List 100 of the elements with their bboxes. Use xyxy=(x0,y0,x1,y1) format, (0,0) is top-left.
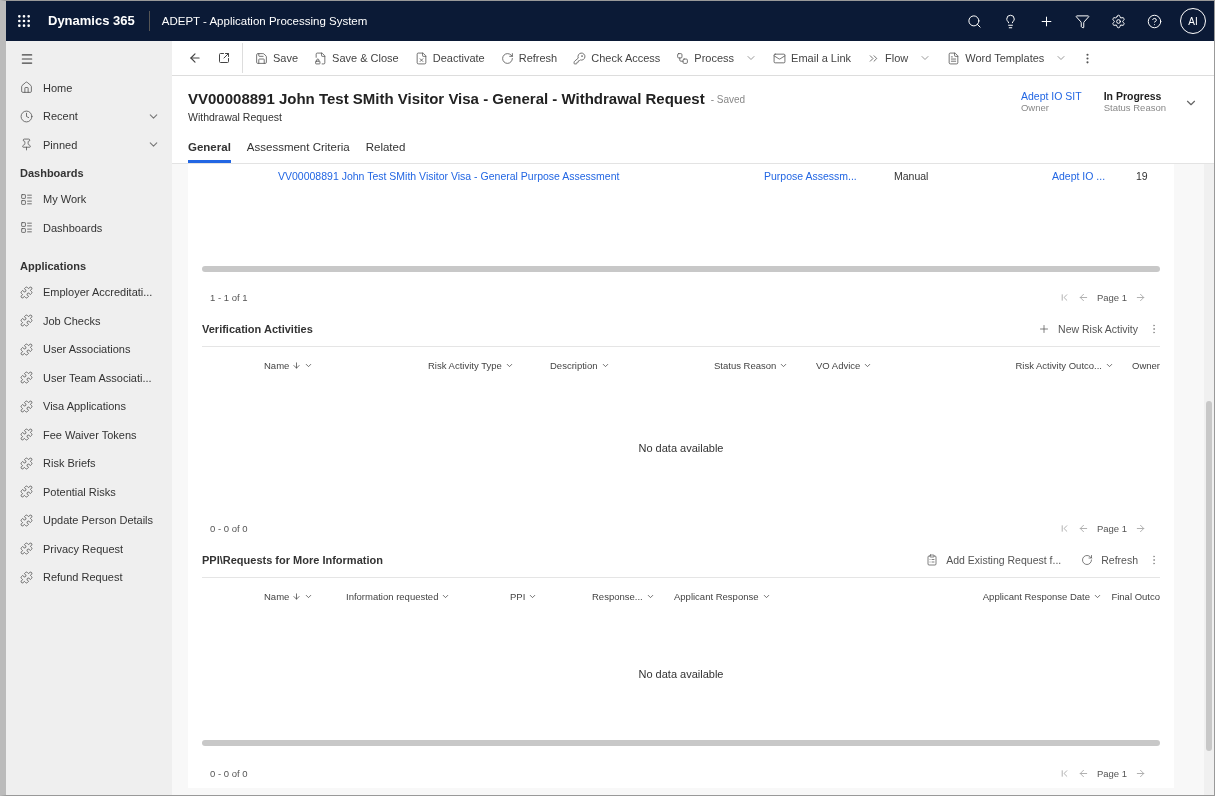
section-title: PPI\Requests for More Information xyxy=(202,554,384,566)
nav-item[interactable]: Privacy Request xyxy=(6,534,172,563)
page-label: Page 1 xyxy=(1096,767,1127,779)
command-button[interactable]: Refresh xyxy=(492,43,566,73)
nav-item[interactable]: Recent xyxy=(6,102,172,131)
next-page-icon[interactable] xyxy=(1135,522,1146,534)
section-action-button[interactable]: New Risk Activity xyxy=(1028,323,1148,335)
column-header[interactable]: Status Reason xyxy=(714,359,789,371)
previous-page-icon[interactable] xyxy=(1077,767,1089,779)
help-icon[interactable] xyxy=(1146,13,1162,29)
nav-item[interactable]: Home xyxy=(6,73,172,102)
column-header[interactable]: VO Advice xyxy=(816,359,873,371)
command-button[interactable]: Check Access xyxy=(565,43,669,73)
tab[interactable]: Assessment Criteria xyxy=(246,141,350,163)
nav-item[interactable]: Job Checks xyxy=(6,306,172,335)
filter-icon[interactable] xyxy=(1074,13,1090,29)
table-cell[interactable]: VV00008891 John Test SMith Visitor Visa - General Purpose Assessment xyxy=(278,170,764,182)
puzzle-icon xyxy=(20,399,33,413)
column-header[interactable]: Applicant Response xyxy=(674,590,771,602)
nav-item[interactable]: Visa Applications xyxy=(6,392,172,421)
mail-icon xyxy=(773,51,787,65)
puzzle-icon xyxy=(20,428,33,442)
table-cell[interactable]: Adept IO ... xyxy=(1052,170,1136,182)
list-icon xyxy=(20,221,33,235)
column-header[interactable]: Applicant Response Date xyxy=(982,590,1102,602)
column-header[interactable]: Name xyxy=(264,590,314,602)
command-button[interactable]: Save xyxy=(247,43,307,73)
next-page-icon[interactable] xyxy=(1135,291,1146,303)
nav-item[interactable]: User Team Associati... xyxy=(6,363,172,392)
command-button[interactable]: Deactivate xyxy=(406,43,493,73)
record-count: 0 - 0 of 0 xyxy=(209,522,249,534)
menu-icon[interactable] xyxy=(20,52,34,67)
nav-item[interactable]: Potential Risks xyxy=(6,477,172,506)
entity-name: Withdrawal Request xyxy=(188,111,283,123)
clock-icon xyxy=(20,109,33,123)
app-launcher-icon[interactable] xyxy=(16,13,32,29)
header-field-label: Owner xyxy=(1020,102,1050,113)
nav-item[interactable]: Risk Briefs xyxy=(6,449,172,478)
command-button[interactable]: Word Templates xyxy=(939,43,1076,73)
column-header[interactable]: Name xyxy=(264,359,314,371)
command-button[interactable]: Email a Link xyxy=(765,43,859,73)
nav-item[interactable]: My Work xyxy=(6,185,172,214)
nav-item[interactable]: Update Person Details xyxy=(6,506,172,535)
empty-message: No data available xyxy=(637,441,725,456)
plus-icon xyxy=(1038,323,1051,335)
page-label: Page 1 xyxy=(1096,522,1127,534)
nav-item[interactable]: Fee Waiver Tokens xyxy=(6,420,172,449)
command-button[interactable]: Save & Close xyxy=(306,43,407,73)
key-icon xyxy=(573,51,587,65)
record-title: VV00008891 John Test SMith Visitor Visa - General - Withdrawal Request xyxy=(188,90,705,107)
section-action-button[interactable]: Add Existing Request f... xyxy=(916,554,1072,566)
list-icon xyxy=(20,192,33,206)
table-cell[interactable]: Purpose Assessm... xyxy=(764,170,894,182)
document-icon xyxy=(947,51,961,65)
nav-item[interactable]: Pinned xyxy=(6,130,172,159)
save-close-icon xyxy=(314,51,328,65)
horizontal-scrollbar[interactable] xyxy=(202,740,1160,746)
sort-arrow-icon xyxy=(292,591,302,601)
refresh-icon xyxy=(500,51,514,65)
column-header[interactable]: Risk Activity Type xyxy=(428,359,514,371)
nav-item[interactable]: Refund Request xyxy=(6,563,172,592)
column-header[interactable]: Owner xyxy=(1132,359,1160,371)
header-field-label: Status Reason xyxy=(1103,102,1166,113)
save-status: - Saved xyxy=(710,94,746,107)
puzzle-icon xyxy=(20,513,33,527)
pin-icon xyxy=(20,138,33,152)
command-button[interactable]: Process xyxy=(668,43,766,73)
header-field-value[interactable]: Adept IO SIT xyxy=(1020,90,1082,102)
app-name[interactable]: ADEPT - Application Processing System xyxy=(149,15,956,27)
plus-icon[interactable] xyxy=(1038,13,1054,29)
nav-item[interactable]: User Associations xyxy=(6,335,172,364)
column-header[interactable]: Information requested xyxy=(346,590,451,602)
column-header[interactable]: Description xyxy=(550,359,610,371)
home-icon xyxy=(20,81,33,95)
settings-icon[interactable] xyxy=(1110,13,1126,29)
tab[interactable]: Related xyxy=(365,141,406,163)
previous-page-icon[interactable] xyxy=(1077,291,1089,303)
puzzle-icon xyxy=(20,570,33,584)
column-header[interactable]: Response... xyxy=(592,590,655,602)
section-action-button[interactable]: Refresh xyxy=(1071,554,1148,566)
header-field-value: In Progress xyxy=(1103,90,1163,102)
next-page-icon[interactable] xyxy=(1135,767,1146,779)
column-header[interactable]: PPI xyxy=(510,590,538,602)
record-count: 1 - 1 of 1 xyxy=(209,291,249,303)
brand-name[interactable]: Dynamics 365 xyxy=(32,11,150,31)
record-count: 0 - 0 of 0 xyxy=(209,767,249,779)
column-header[interactable]: Risk Activity Outco... xyxy=(1015,359,1114,371)
vertical-scrollbar[interactable] xyxy=(1204,164,1214,795)
popout-icon xyxy=(218,52,230,64)
command-button[interactable]: Flow xyxy=(859,43,940,73)
sort-arrow-icon xyxy=(292,360,302,370)
table-cell-text: Manual xyxy=(894,170,930,182)
horizontal-scrollbar[interactable] xyxy=(202,266,1160,272)
back-arrow-icon xyxy=(188,51,202,65)
page-label: Page 1 xyxy=(1096,291,1127,303)
nav-item[interactable]: Dashboards xyxy=(6,213,172,242)
column-header[interactable]: Final Outco xyxy=(1111,590,1160,602)
search-icon[interactable] xyxy=(966,13,982,29)
previous-page-icon[interactable] xyxy=(1077,522,1089,534)
nav-item[interactable]: Employer Accreditati... xyxy=(6,278,172,307)
